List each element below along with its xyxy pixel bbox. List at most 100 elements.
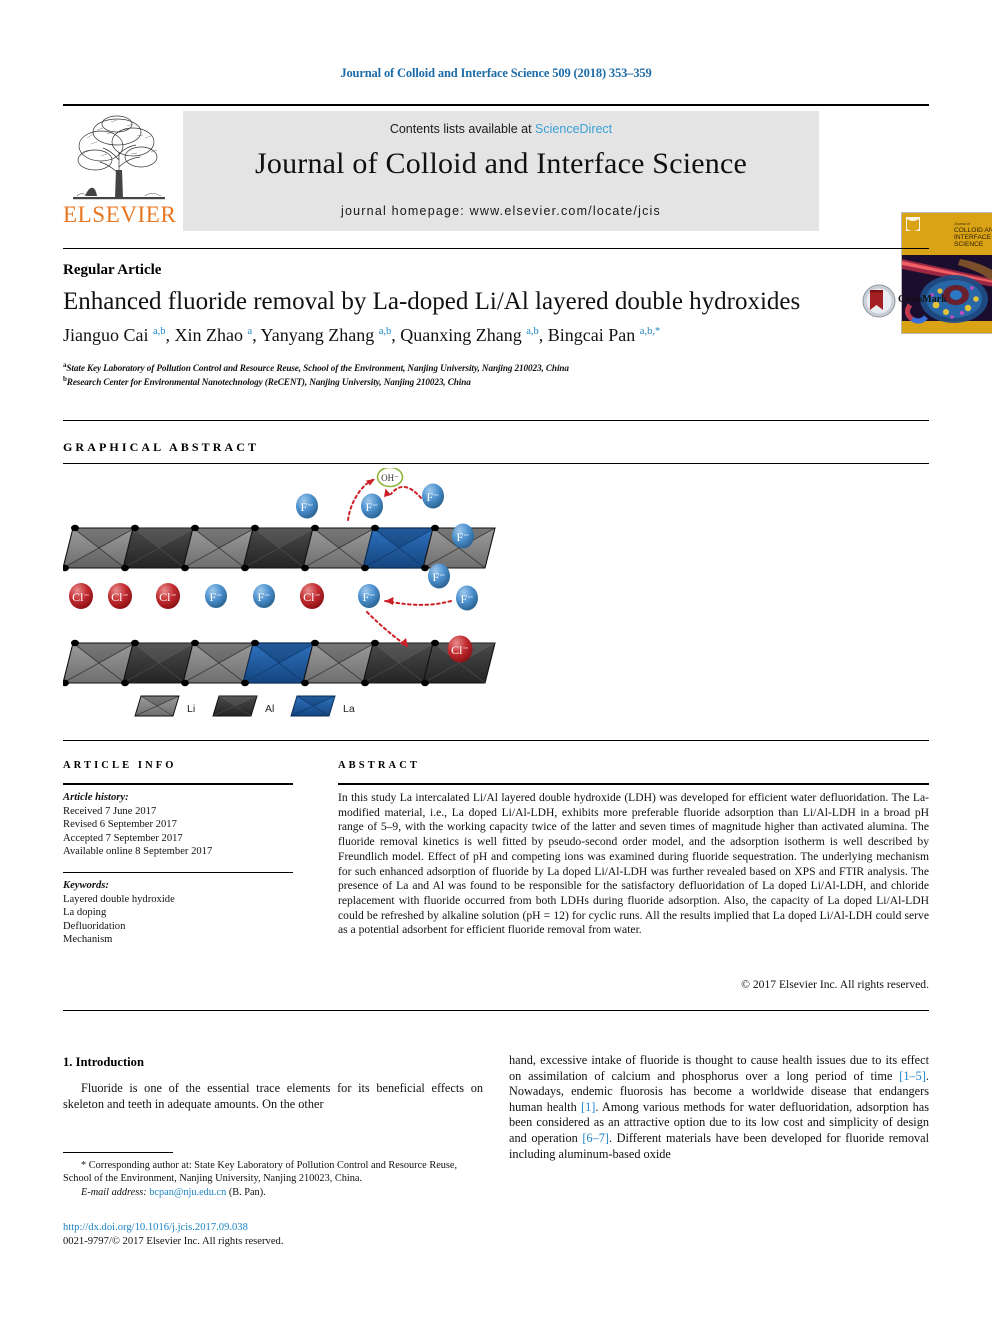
affiliation-b-text: Research Center for Environmental Nanote… xyxy=(66,377,471,388)
elsevier-logo: ELSEVIER xyxy=(63,112,177,232)
svg-text:Li: Li xyxy=(187,703,195,715)
running-head: Journal of Colloid and Interface Science… xyxy=(340,66,652,80)
abstract-bottom-rule xyxy=(63,1010,929,1011)
svg-text:F⁻: F⁻ xyxy=(432,570,445,584)
history-item: Accepted 7 September 2017 xyxy=(63,832,183,844)
email-owner: (B. Pan). xyxy=(228,1186,266,1198)
released-chloride: Cl⁻ xyxy=(447,635,473,663)
author-list: Jianguo Cai a,b, Xin Zhao a, Yanyang Zha… xyxy=(63,325,661,345)
journal-homepage-link[interactable]: journal homepage: www.elsevier.com/locat… xyxy=(183,204,819,218)
ldh-mechanism-diagram: Cl⁻ Cl⁻ Cl⁻ F⁻ F⁻ Cl⁻ F⁻ F⁻ F⁻ F⁻ F⁻ F⁻ … xyxy=(61,466,496,717)
surface-fluorides: F⁻ F⁻ xyxy=(296,493,383,519)
abstract-text: In this study La intercalated Li/Al laye… xyxy=(338,791,929,937)
svg-text:Cl⁻: Cl⁻ xyxy=(72,590,90,604)
affiliation-a-text: State Key Laboratory of Pollution Contro… xyxy=(66,363,569,374)
abstract-copyright: © 2017 Elsevier Inc. All rights reserved… xyxy=(741,978,929,991)
article-info-heading: ARTICLE INFO xyxy=(63,760,177,771)
ion-cl-3: Cl⁻ xyxy=(156,583,180,609)
citation-ref-6-7[interactable]: [6–7] xyxy=(582,1131,609,1145)
keyword-item: Defluoridation xyxy=(63,920,126,932)
svg-text:F⁻: F⁻ xyxy=(460,592,473,606)
email-link[interactable]: bcpan@nju.edu.cn xyxy=(149,1187,226,1198)
history-item: Received 7 June 2017 xyxy=(63,805,157,817)
intro-paragraph-right: hand, excessive intake of fluoride is th… xyxy=(509,1053,929,1162)
ion-f-surface-1: F⁻ xyxy=(296,493,318,519)
intro-paragraph-left: Fluoride is one of the essential trace e… xyxy=(63,1081,483,1112)
doi-link[interactable]: http://dx.doi.org/10.1016/j.jcis.2017.09… xyxy=(63,1222,248,1233)
affiliation-a: aState Key Laboratory of Pollution Contr… xyxy=(63,361,569,374)
ion-f-free-3: F⁻ xyxy=(428,563,450,589)
citation-ref-1-5[interactable]: [1–5] xyxy=(899,1069,926,1083)
keywords-label: Keywords: xyxy=(63,880,109,891)
article-head-rule xyxy=(63,248,929,249)
svg-text:Journal of: Journal of xyxy=(954,222,970,226)
graphical-abstract-heading: GRAPHICAL ABSTRACT xyxy=(63,440,260,454)
article-type-label: Regular Article xyxy=(63,262,162,278)
article-history: Article history: Received 7 June 2017 Re… xyxy=(63,791,303,859)
journal-title: Journal of Colloid and Interface Science xyxy=(255,147,747,180)
ion-cl-4: Cl⁻ xyxy=(300,583,324,609)
svg-text:F⁻: F⁻ xyxy=(257,590,270,604)
graphical-abstract-figure: Cl⁻ Cl⁻ Cl⁻ F⁻ F⁻ Cl⁻ F⁻ F⁻ F⁻ F⁻ F⁻ F⁻ … xyxy=(61,466,563,733)
svg-text:Cl⁻: Cl⁻ xyxy=(159,590,177,604)
svg-text:F⁻: F⁻ xyxy=(209,590,222,604)
svg-text:F⁻: F⁻ xyxy=(426,490,439,504)
keyword-item: La doping xyxy=(63,907,107,919)
article-page: Journal of Colloid and Interface Science… xyxy=(0,0,992,1323)
page-title: Enhanced fluoride removal by La-doped Li… xyxy=(63,288,801,315)
article-info-rule xyxy=(63,783,293,785)
intro-left-text: Fluoride is one of the essential trace e… xyxy=(63,1081,483,1111)
section-heading-introduction: 1. Introduction xyxy=(63,1055,144,1069)
graphical-abstract-bottom-rule xyxy=(63,740,929,741)
svg-text:F⁻: F⁻ xyxy=(365,500,378,514)
sciencedirect-link[interactable]: ScienceDirect xyxy=(535,122,612,136)
corresponding-text: Corresponding author at: State Key Labor… xyxy=(63,1160,458,1185)
svg-text:Al: Al xyxy=(265,703,274,715)
svg-text:Cl⁻: Cl⁻ xyxy=(111,590,129,604)
contents-prefix: Contents lists available at xyxy=(389,122,536,136)
footnote-rule xyxy=(63,1152,173,1153)
lower-ldh-layer xyxy=(61,639,496,687)
upper-ldh-layer xyxy=(61,524,496,572)
svg-text:La: La xyxy=(343,703,355,715)
ion-f-free-4: F⁻ xyxy=(456,585,478,611)
svg-text:F⁻: F⁻ xyxy=(362,590,375,604)
graphical-abstract-legend: Li Al La xyxy=(134,695,355,717)
graphical-abstract-heading-rule xyxy=(63,463,929,464)
ion-f-1: F⁻ xyxy=(205,584,227,608)
legend-item-la: La xyxy=(290,695,355,717)
citation-ref-1[interactable]: [1] xyxy=(581,1100,595,1114)
ion-cl-2: Cl⁻ xyxy=(108,583,132,609)
svg-text:OH⁻: OH⁻ xyxy=(381,473,399,483)
corresponding-marker: * xyxy=(81,1160,87,1171)
keywords-rule xyxy=(63,872,293,873)
keywords-list: Keywords: Layered double hydroxide La do… xyxy=(63,879,303,947)
ion-cl-1: Cl⁻ xyxy=(69,583,93,609)
journal-masthead: ELSEVIER Contents lists available at Sci… xyxy=(63,104,992,334)
masthead-top-rule xyxy=(63,104,929,106)
elsevier-wordmark: ELSEVIER xyxy=(63,202,177,227)
intro-right-p1: hand, excessive intake of fluoride is th… xyxy=(509,1053,929,1083)
interlayer-ions: Cl⁻ Cl⁻ Cl⁻ F⁻ F⁻ Cl⁻ F⁻ xyxy=(69,583,380,609)
issn-copyright-line: 0021-9797/© 2017 Elsevier Inc. All right… xyxy=(63,1236,284,1247)
crossmark-icon xyxy=(862,284,896,318)
svg-text:F⁻: F⁻ xyxy=(300,500,313,514)
svg-text:INTERFACE: INTERFACE xyxy=(954,234,992,241)
crossmark-label: CrossMark xyxy=(898,294,947,305)
elsevier-tree-icon xyxy=(73,115,165,200)
graphical-abstract-top-rule xyxy=(63,420,929,421)
keyword-item: Layered double hydroxide xyxy=(63,893,175,905)
legend-item-li: Li xyxy=(134,695,195,717)
abstract-rule xyxy=(338,783,929,785)
ion-f-free-2: F⁻ xyxy=(452,523,474,549)
abstract-heading: ABSTRACT xyxy=(338,760,420,771)
affiliation-b: bResearch Center for Environmental Nanot… xyxy=(63,375,471,388)
svg-text:Cl⁻: Cl⁻ xyxy=(451,643,469,657)
crossmark-badge[interactable]: CrossMark xyxy=(862,284,947,318)
history-item: Revised 6 September 2017 xyxy=(63,819,177,831)
corresponding-author-footnote: * Corresponding author at: State Key Lab… xyxy=(63,1159,485,1199)
legend-item-al: Al xyxy=(212,695,274,717)
email-label: E-mail address: xyxy=(81,1186,147,1198)
ion-f-free-1: F⁻ xyxy=(422,483,444,509)
ion-f-3: F⁻ xyxy=(358,584,380,608)
